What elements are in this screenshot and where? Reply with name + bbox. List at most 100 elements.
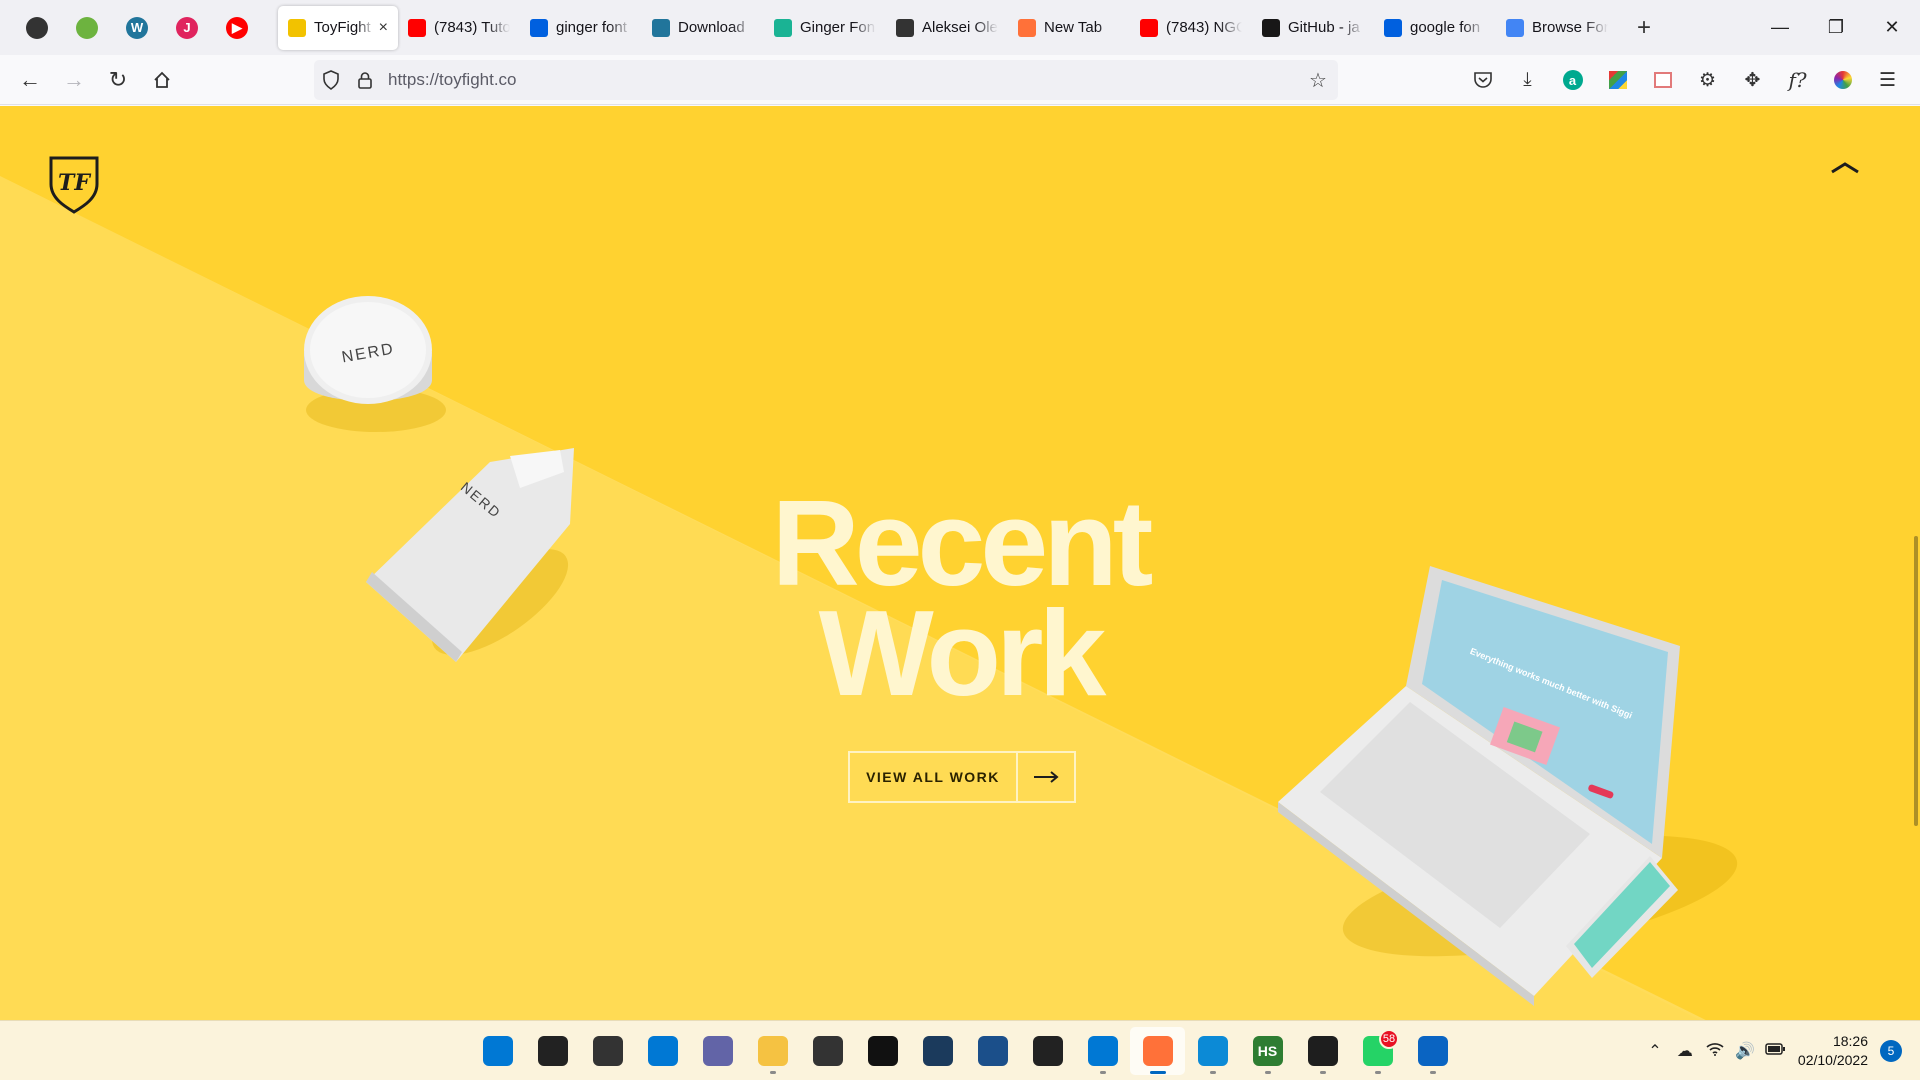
tab-title: Browse For <box>1532 19 1608 36</box>
toyfight-page: TF NERD NERD Everything works much bette… <box>0 106 1920 1020</box>
pinned-tabs: W J ▶ <box>0 7 262 49</box>
file-explorer-icon <box>757 1036 788 1066</box>
firefox-icon <box>1018 18 1036 37</box>
wikipedia-icon <box>896 18 914 37</box>
lock-icon[interactable] <box>348 71 382 89</box>
arrow-right-icon <box>1016 753 1074 801</box>
photo-app-taskbar-button[interactable] <box>965 1027 1020 1075</box>
pocket-icon[interactable] <box>1460 63 1505 97</box>
start-taskbar-button[interactable] <box>470 1027 525 1075</box>
extensions-toolbar: ⤓ a ⚙ ✥ f? ☰ <box>1460 63 1910 97</box>
clock[interactable]: 18:26 02/10/2022 <box>1798 1032 1868 1070</box>
menu-icon[interactable]: ☰ <box>1865 63 1910 97</box>
vscode-taskbar-button[interactable] <box>1075 1027 1130 1075</box>
teams-chat-taskbar-button[interactable] <box>690 1027 745 1075</box>
volume-icon[interactable]: 🔊 <box>1730 1041 1760 1061</box>
hubspot-taskbar-button[interactable]: HS <box>1240 1027 1295 1075</box>
figma-icon <box>1307 1036 1338 1066</box>
view-all-work-button[interactable]: VIEW ALL WORK <box>848 751 1076 803</box>
font-identifier-icon[interactable]: f? <box>1775 63 1820 97</box>
gear-extension-icon[interactable]: ⚙ <box>1685 63 1730 97</box>
photo-app-icon <box>977 1036 1008 1066</box>
tab[interactable]: New Tab <box>1008 6 1130 50</box>
store-taskbar-button[interactable] <box>800 1027 855 1075</box>
sticky-notes-icon <box>1032 1036 1063 1066</box>
widgets-taskbar-button[interactable] <box>635 1027 690 1075</box>
tab-title: ToyFight <box>314 19 371 36</box>
cube-app-taskbar-button[interactable] <box>910 1027 965 1075</box>
tab[interactable]: (7843) Tuto <box>398 6 520 50</box>
color-picker-icon[interactable] <box>1820 63 1865 97</box>
toyfight-logo[interactable]: TF <box>48 154 100 214</box>
firefox-taskbar-button[interactable] <box>1130 1027 1185 1075</box>
home-icon <box>154 71 170 88</box>
wordpress-icon: W <box>126 16 148 39</box>
start-icon <box>482 1036 513 1066</box>
running-indicator <box>1099 1071 1106 1074</box>
tab[interactable]: (7843) NGC <box>1130 6 1252 50</box>
battery-icon[interactable] <box>1760 1042 1790 1060</box>
tab[interactable]: Aleksei Ole <box>886 6 1008 50</box>
url-text[interactable]: https://toyfight.co <box>388 70 1298 90</box>
bookmark-star-icon[interactable]: ☆ <box>1298 68 1338 93</box>
pinned-tab[interactable]: J <box>162 7 212 49</box>
tab[interactable]: ginger font <box>520 6 642 50</box>
notification-badge[interactable]: 5 <box>1880 1040 1902 1062</box>
close-tab-icon[interactable]: × <box>379 19 388 37</box>
pinned-tab[interactable]: W <box>112 7 162 49</box>
running-indicator <box>769 1071 776 1074</box>
url-bar[interactable]: https://toyfight.co ☆ <box>314 60 1338 100</box>
pinned-tab[interactable]: ▶ <box>212 7 262 49</box>
tab[interactable]: GitHub - ja <box>1252 6 1374 50</box>
dropbox-taskbar-button[interactable] <box>855 1027 910 1075</box>
downloads-icon[interactable]: ⤓ <box>1505 63 1550 97</box>
pinned-tab[interactable] <box>62 7 112 49</box>
running-indicator <box>1374 1071 1381 1074</box>
chevron-up-icon[interactable]: ⌃ <box>1640 1041 1670 1061</box>
j-icon: J <box>176 16 198 39</box>
media-app-taskbar-button[interactable] <box>1405 1027 1460 1075</box>
figma-taskbar-button[interactable] <box>1295 1027 1350 1075</box>
home-button[interactable] <box>140 60 184 100</box>
svg-text:TF: TF <box>58 170 91 196</box>
close-window-button[interactable]: ✕ <box>1864 0 1920 55</box>
restore-button[interactable]: ❐ <box>1808 0 1864 55</box>
whatsapp-taskbar-button[interactable]: 58 <box>1350 1027 1405 1075</box>
heading-line-1: Recent <box>771 475 1154 611</box>
wordpress-icon <box>652 18 670 37</box>
task-view-taskbar-button[interactable] <box>580 1027 635 1075</box>
wifi-icon[interactable] <box>1700 1042 1730 1061</box>
leaf-icon <box>76 16 98 39</box>
search-taskbar-button[interactable] <box>525 1027 580 1075</box>
move-tool-icon[interactable]: ✥ <box>1730 63 1775 97</box>
sticky-notes-taskbar-button[interactable] <box>1020 1027 1075 1075</box>
onedrive-icon[interactable]: ☁ <box>1670 1041 1700 1061</box>
forward-button[interactable]: → <box>52 60 96 100</box>
tab-active[interactable]: ToyFight × <box>278 5 398 50</box>
page-scrollbar[interactable] <box>1914 536 1918 826</box>
tab[interactable]: Browse For <box>1496 6 1618 50</box>
view-all-work-label: VIEW ALL WORK <box>866 769 1000 785</box>
dropbox-icon <box>867 1036 898 1066</box>
tab[interactable]: google fon <box>1374 6 1496 50</box>
cube-app-icon <box>922 1036 953 1066</box>
new-tab-button[interactable]: + <box>1626 10 1662 46</box>
edge-taskbar-button[interactable] <box>1185 1027 1240 1075</box>
globe-icon <box>26 16 48 39</box>
file-explorer-taskbar-button[interactable] <box>745 1027 800 1075</box>
tab[interactable]: Download <box>642 6 764 50</box>
running-indicator <box>1209 1071 1216 1074</box>
minimize-button[interactable]: — <box>1752 0 1808 55</box>
unread-badge: 58 <box>1379 1029 1399 1049</box>
firefox-icon <box>1142 1036 1173 1066</box>
back-button[interactable]: ← <box>8 60 52 100</box>
reload-button[interactable]: ↻ <box>96 60 140 100</box>
window-extension-icon[interactable] <box>1640 63 1685 97</box>
colorful-extension-icon[interactable] <box>1595 63 1640 97</box>
chevron-up-icon[interactable] <box>1830 158 1860 178</box>
shield-icon[interactable] <box>314 70 348 90</box>
tab[interactable]: Ginger Fon <box>764 6 886 50</box>
tab-title: New Tab <box>1044 19 1103 36</box>
pinned-tab[interactable] <box>12 7 62 49</box>
amino-extension-icon[interactable]: a <box>1550 63 1595 97</box>
